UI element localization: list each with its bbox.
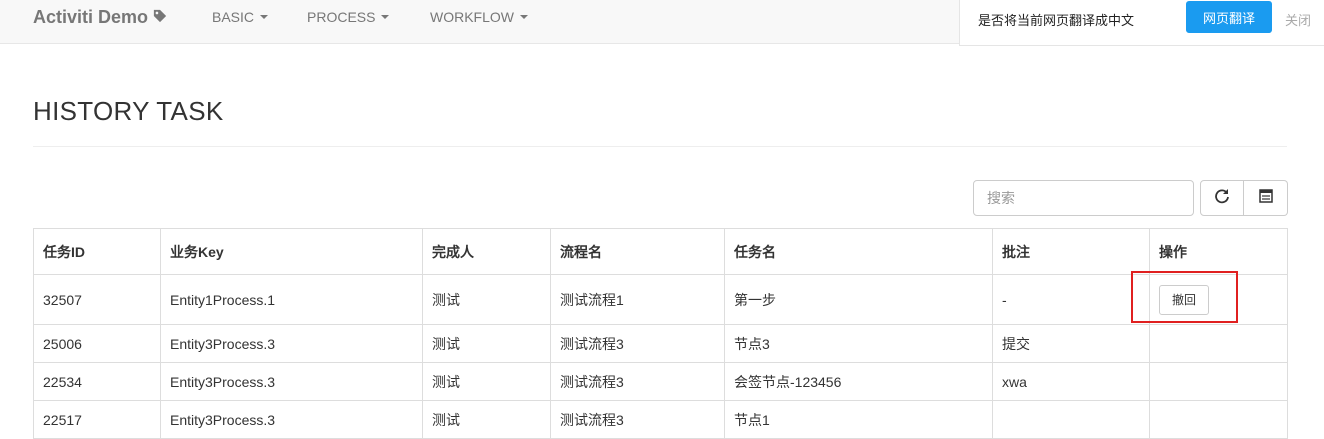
cell-actions	[1149, 324, 1288, 363]
cell-assignee: 测试	[422, 400, 551, 439]
table-row: 22534 Entity3Process.3 测试 测试流程3 会签节点-123…	[33, 362, 1288, 401]
translate-prompt: 是否将当前网页翻译成中文	[978, 13, 1135, 28]
translate-button[interactable]: 网页翻译	[1186, 1, 1272, 33]
table-row: 25006 Entity3Process.3 测试 测试流程3 节点3 提交	[33, 324, 1288, 363]
cell-process-name: 测试流程3	[550, 400, 725, 439]
cell-comment: -	[992, 274, 1150, 325]
cell-actions	[1149, 362, 1288, 401]
withdraw-button[interactable]: 撤回	[1159, 284, 1209, 315]
cell-task-name: 第一步	[724, 274, 993, 325]
cell-actions: 撤回	[1149, 274, 1288, 325]
cell-task-name: 会签节点-123456	[724, 362, 993, 401]
cell-process-name: 测试流程3	[550, 362, 725, 401]
brand[interactable]: Activiti Demo	[33, 7, 167, 28]
header-task-name[interactable]: 任务名	[724, 228, 993, 275]
cell-business-key: Entity3Process.3	[160, 362, 423, 401]
cell-task-id: 22534	[33, 362, 161, 401]
cell-business-key: Entity3Process.3	[160, 400, 423, 439]
cell-comment: xwa	[992, 362, 1150, 401]
cell-comment: 提交	[992, 324, 1150, 363]
header-actions: 操作	[1149, 228, 1288, 275]
refresh-icon	[1214, 188, 1230, 209]
header-business-key[interactable]: 业务Key	[160, 228, 423, 275]
table-row: 32507 Entity1Process.1 测试 测试流程1 第一步 - 撤回	[33, 274, 1288, 325]
cell-task-name: 节点3	[724, 324, 993, 363]
nav-process[interactable]: PROCESS	[307, 9, 390, 25]
cell-assignee: 测试	[422, 362, 551, 401]
nav-workflow[interactable]: WORKFLOW	[430, 9, 528, 25]
toolbar-buttons	[1200, 180, 1288, 216]
nav-basic[interactable]: BASIC	[212, 9, 269, 25]
nav-basic-label: BASIC	[212, 9, 255, 25]
columns-icon	[1258, 188, 1274, 209]
search-input[interactable]	[973, 180, 1194, 216]
cell-assignee: 测试	[422, 324, 551, 363]
cell-task-name: 节点1	[724, 400, 993, 439]
tag-icon	[153, 7, 167, 28]
page-title: HISTORY TASK	[33, 96, 224, 126]
history-task-table: 任务ID 业务Key 完成人 流程名 任务名 批注 操作 32507 Entit…	[33, 228, 1288, 439]
caret-down-icon	[260, 15, 269, 19]
table-row: 22517 Entity3Process.3 测试 测试流程3 节点1	[33, 400, 1288, 439]
refresh-button[interactable]	[1200, 180, 1244, 216]
divider	[33, 146, 1287, 147]
nav-workflow-label: WORKFLOW	[430, 9, 514, 25]
cell-business-key: Entity1Process.1	[160, 274, 423, 325]
header-assignee[interactable]: 完成人	[422, 228, 551, 275]
translate-bar: 是否将当前网页翻译成中文 网页翻译 关闭	[959, 0, 1324, 46]
cell-assignee: 测试	[422, 274, 551, 325]
cell-task-id: 22517	[33, 400, 161, 439]
nav-process-label: PROCESS	[307, 9, 376, 25]
caret-down-icon	[381, 15, 390, 19]
table-header-row: 任务ID 业务Key 完成人 流程名 任务名 批注 操作	[33, 228, 1288, 275]
cell-process-name: 测试流程3	[550, 324, 725, 363]
cell-task-id: 25006	[33, 324, 161, 363]
cell-process-name: 测试流程1	[550, 274, 725, 325]
cell-actions	[1149, 400, 1288, 439]
header-process-name[interactable]: 流程名	[550, 228, 725, 275]
caret-down-icon	[520, 15, 528, 19]
cell-business-key: Entity3Process.3	[160, 324, 423, 363]
close-translate-button[interactable]: 关闭	[1285, 10, 1311, 29]
cell-comment	[992, 400, 1150, 439]
header-comment[interactable]: 批注	[992, 228, 1150, 275]
brand-title[interactable]: Activiti Demo	[33, 7, 148, 28]
columns-button[interactable]	[1244, 180, 1288, 216]
cell-task-id: 32507	[33, 274, 161, 325]
header-task-id[interactable]: 任务ID	[33, 228, 161, 275]
